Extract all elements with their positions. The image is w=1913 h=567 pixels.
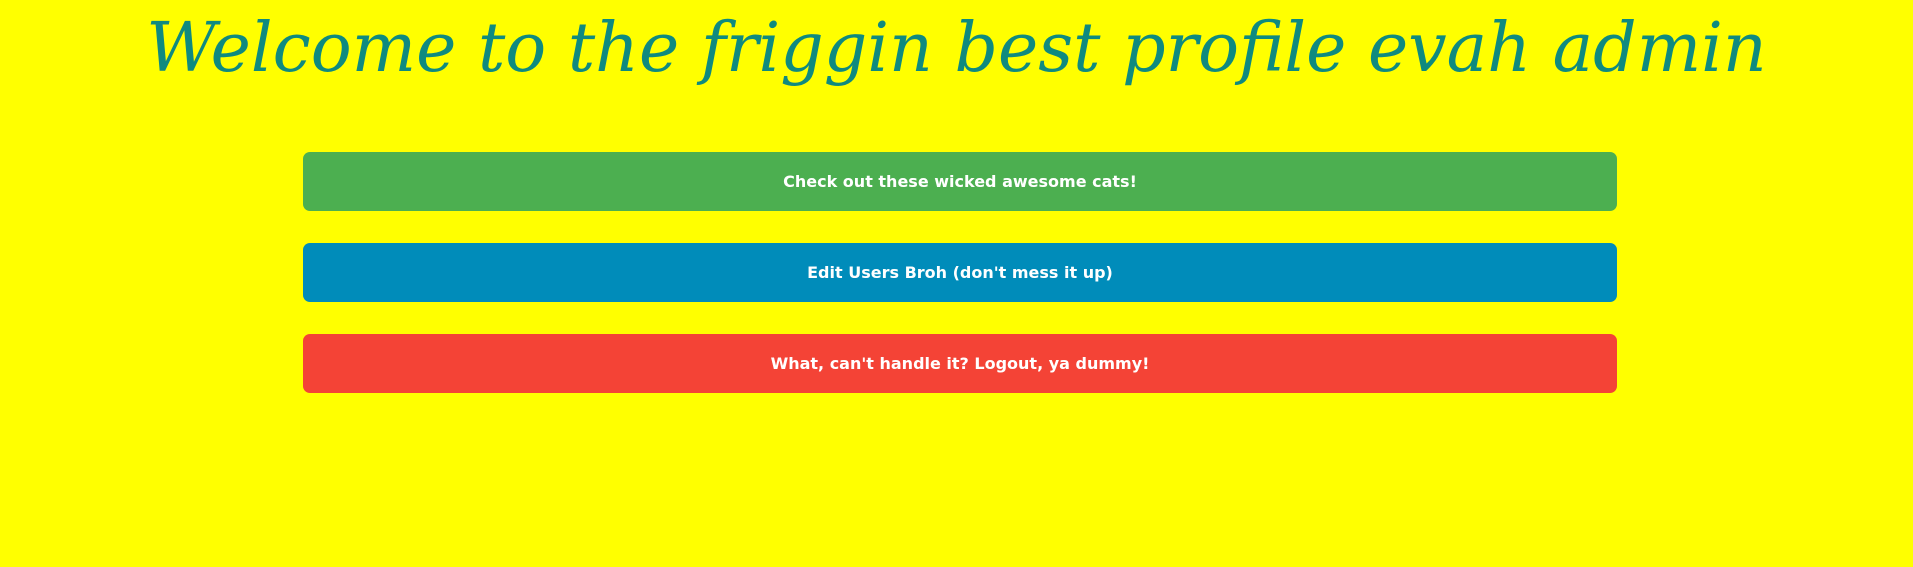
logout-button[interactable]: What, can't handle it? Logout, ya dummy!	[303, 334, 1617, 393]
edit-users-button[interactable]: Edit Users Broh (don't mess it up)	[303, 243, 1617, 302]
view-cats-button[interactable]: Check out these wicked awesome cats!	[303, 152, 1617, 211]
page-title: Welcome to the friggin best profile evah…	[146, 9, 1767, 88]
